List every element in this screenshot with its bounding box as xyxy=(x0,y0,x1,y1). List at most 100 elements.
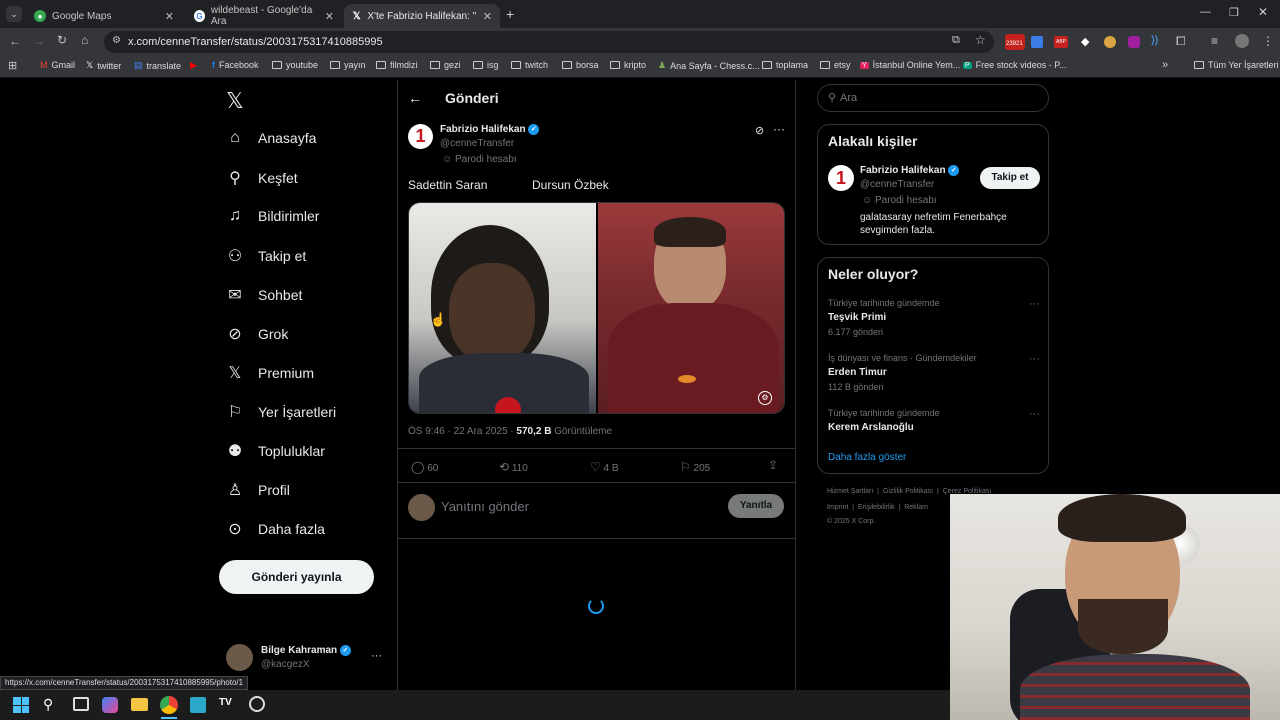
bookmark-filmdizi[interactable]: filmdizi xyxy=(376,60,418,70)
trend-item[interactable]: Türkiye tarihinde gündemde Kerem Arslano… xyxy=(828,408,1040,433)
site-info-icon[interactable]: ⚙ xyxy=(112,35,121,46)
chrome-taskbar-icon[interactable] xyxy=(160,696,178,714)
grok-icon[interactable]: ⊘ xyxy=(755,124,764,137)
reload-icon[interactable]: ↻ xyxy=(57,33,67,47)
address-bar[interactable]: ⚙ x.com/cenneTransfer/status/20031753174… xyxy=(104,31,994,53)
nav-explore[interactable]: ⚲ Keşfet xyxy=(226,168,298,188)
bookmark-yayin[interactable]: yayın xyxy=(330,60,366,70)
bookmark-gezi[interactable]: gezi xyxy=(430,60,461,70)
related-avatar[interactable]: 1 xyxy=(828,165,854,191)
bookmark-kripto[interactable]: kripto xyxy=(610,60,646,70)
footer-link[interactable]: Reklam xyxy=(904,504,928,511)
apps-grid-icon[interactable]: ⊞ xyxy=(8,59,17,72)
task-view-icon[interactable] xyxy=(73,697,89,711)
cookie-extension-icon[interactable] xyxy=(1104,36,1116,48)
search-input[interactable]: Ara xyxy=(840,92,857,104)
nav-bookmarks[interactable]: ⚐ Yer İşaretleri xyxy=(226,402,336,422)
bookmark-gmail[interactable]: M Gmail xyxy=(40,60,75,70)
browser-menu-icon[interactable]: ⋮ xyxy=(1262,34,1274,48)
nav-follow[interactable]: ⚇ Takip et xyxy=(226,246,306,266)
app-taskbar-icon[interactable] xyxy=(190,697,206,713)
like-action[interactable]: ♡ 4 B xyxy=(590,460,619,474)
bookmark-twitch[interactable]: twitch xyxy=(511,60,548,70)
file-explorer-icon[interactable] xyxy=(131,698,148,711)
post-button[interactable]: Gönderi yayınla xyxy=(219,560,374,594)
nav-home[interactable]: ⌂ Anasayfa xyxy=(226,129,316,147)
back-icon[interactable]: ← xyxy=(9,34,21,48)
reply-input[interactable]: Yanıtını gönder xyxy=(441,499,529,514)
footer-link[interactable]: Erişilebilirlik xyxy=(858,504,895,511)
bookmark-translate[interactable]: ▤ translate xyxy=(134,60,181,71)
author-avatar[interactable]: 1 xyxy=(408,124,433,149)
share-icon[interactable]: ⇪ xyxy=(768,458,778,472)
bookmark-action[interactable]: ⚐ 205 xyxy=(680,460,710,474)
related-name[interactable]: Fabrizio Halifekan ✓ xyxy=(860,165,960,176)
search-box[interactable]: ⚲ Ara xyxy=(817,84,1049,112)
copilot-icon[interactable] xyxy=(102,697,118,713)
close-tab-icon[interactable]: ✕ xyxy=(483,10,492,23)
trend-more-icon[interactable]: ··· xyxy=(1029,408,1040,420)
new-tab-icon[interactable]: + xyxy=(506,6,514,22)
repost-action[interactable]: ⟲ 110 xyxy=(499,460,528,474)
voice-extension-icon[interactable]: )) xyxy=(1151,34,1158,46)
account-switcher[interactable]: Bilge Kahraman ✓ @kacgezX ··· xyxy=(226,644,396,674)
more-bookmarks-icon[interactable]: » xyxy=(1162,59,1168,71)
minimize-icon[interactable]: — xyxy=(1200,6,1211,18)
reply-action[interactable]: ◯ 60 xyxy=(411,460,438,474)
windows-start-icon[interactable] xyxy=(13,697,29,713)
follow-button[interactable]: Takip et xyxy=(980,167,1040,189)
footer-link[interactable]: Hizmet Şartları xyxy=(827,488,873,495)
more-options-icon[interactable]: ··· xyxy=(773,122,785,136)
footer-link[interactable]: Imprint xyxy=(827,504,848,511)
bookmark-star-icon[interactable]: ☆ xyxy=(975,33,986,47)
nav-premium[interactable]: 𝕏 Premium xyxy=(226,363,314,383)
post-photo-right[interactable]: ⚙ xyxy=(598,203,784,413)
taskbar-search-icon[interactable]: ⚲ xyxy=(43,696,53,713)
author-handle[interactable]: @cenneTransfer xyxy=(440,138,514,149)
translate-extension-icon[interactable] xyxy=(1031,36,1043,48)
url-text[interactable]: x.com/cenneTransfer/status/2003175317410… xyxy=(128,36,383,48)
bookmark-youtube-red[interactable]: ▶ xyxy=(190,60,197,71)
close-tab-icon[interactable]: ✕ xyxy=(325,10,334,23)
tradingview-icon[interactable]: TV xyxy=(219,697,232,708)
trend-item[interactable]: Türkiye tarihinde gündemde Teşvik Primi … xyxy=(828,298,1040,337)
bookmark-yemeksepeti[interactable]: Y İstanbul Online Yem... xyxy=(860,60,960,70)
restore-icon[interactable]: ❐ xyxy=(1229,6,1239,19)
trend-more-icon[interactable]: ··· xyxy=(1029,353,1040,365)
nav-chat[interactable]: ✉ Sohbet xyxy=(226,285,302,305)
nav-profile[interactable]: ♙ Profil xyxy=(226,480,290,500)
nav-grok[interactable]: ⊘ Grok xyxy=(226,324,288,344)
tab-google-search[interactable]: G wildebeast - Google'da Ara ✕ xyxy=(186,4,342,28)
forward-icon[interactable]: → xyxy=(33,34,45,48)
x-logo-icon[interactable]: 𝕏 xyxy=(226,88,244,114)
reply-button[interactable]: Yanıtla xyxy=(728,494,784,518)
trend-item[interactable]: İş dünyası ve finans · Gündemdekiler Erd… xyxy=(828,353,1040,392)
twitch-extension-icon[interactable] xyxy=(1128,36,1140,48)
tab-x-post[interactable]: 𝕏 X'te Fabrizio Halifekan: "Sadetti ✕ xyxy=(344,4,500,28)
bookmark-twitter[interactable]: 𝕏twitter xyxy=(86,60,121,71)
bookmark-toplama[interactable]: toplama xyxy=(762,60,808,70)
author-name[interactable]: Fabrizio Halifekan ✓ xyxy=(440,124,540,135)
tab-search-button[interactable]: ⌄ xyxy=(6,6,22,22)
account-more-icon[interactable]: ··· xyxy=(371,650,382,662)
bookmark-borsa[interactable]: borsa xyxy=(562,60,599,70)
related-handle[interactable]: @cenneTransfer xyxy=(860,179,934,190)
footer-link[interactable]: Gizlilik Politikası xyxy=(883,488,933,495)
home-icon[interactable]: ⌂ xyxy=(81,33,88,47)
nav-notifications[interactable]: ♫ Bildirimler xyxy=(226,207,319,225)
close-window-icon[interactable]: ✕ xyxy=(1258,5,1268,19)
tab-google-maps[interactable]: ● Google Maps ✕ xyxy=(26,4,182,28)
bookmark-facebook[interactable]: f Facebook xyxy=(212,60,259,70)
nav-more[interactable]: ⊙ Daha fazla xyxy=(226,519,325,539)
bookmark-etsy[interactable]: etsy xyxy=(820,60,851,70)
adblock-icon[interactable]: ABP xyxy=(1054,36,1068,48)
profile-avatar-icon[interactable] xyxy=(1235,34,1249,48)
bookmark-isg[interactable]: isg xyxy=(473,60,499,70)
diamond-extension-icon[interactable]: ◆ xyxy=(1081,35,1089,48)
bookmark-chess[interactable]: ♟ Ana Sayfa - Chess.c... xyxy=(658,60,760,71)
trend-more-icon[interactable]: ··· xyxy=(1029,298,1040,310)
all-bookmarks-folder[interactable]: Tüm Yer İşaretleri xyxy=(1194,60,1279,70)
image-edit-icon[interactable]: ⚙ xyxy=(758,391,772,405)
app-taskbar-icon[interactable] xyxy=(249,696,265,712)
show-more-link[interactable]: Daha fazla göster xyxy=(828,452,906,463)
